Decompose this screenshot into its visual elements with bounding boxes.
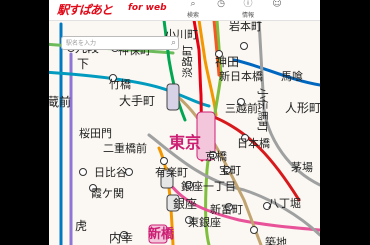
station-label-yurakucho[interactable]: 有楽町 — [155, 165, 188, 179]
info-nav-label: 情報 — [241, 12, 254, 19]
station-label-kodenmacho[interactable]: 小伝馬町 — [256, 88, 269, 132]
station-label-kudan-sub: 下 — [77, 57, 89, 71]
station-label-kayabacho[interactable]: 茅場 — [291, 161, 313, 174]
station-label-takebashi[interactable]: 竹橋 — [109, 77, 131, 91]
station-label-toranomon[interactable]: 虎 — [75, 219, 87, 233]
clock-icon: ◷ — [217, 0, 225, 9]
station-label-nijubashimae[interactable]: 二重橋前 — [103, 141, 147, 155]
station-label-hibiya[interactable]: 日比谷 — [94, 166, 127, 179]
station-label-bakuro[interactable]: 馬喰 — [281, 69, 303, 83]
app-logo-sub: for web — [128, 3, 167, 13]
station-label-kanda[interactable]: 神田 — [215, 55, 239, 69]
app-header: 駅すぱあと for web ⌕ 検索 ◷ ⓘ 情報 ☺ — [49, 0, 320, 21]
station-label-ginza[interactable]: 銀座 — [173, 196, 197, 211]
search-nav-label: 検索 — [186, 12, 199, 19]
history-nav-button[interactable]: ◷ — [209, 0, 233, 10]
station-label-sakuradamon[interactable]: 桜田門 — [79, 126, 112, 140]
search-nav-button[interactable]: ⌕ 検索 — [181, 0, 205, 19]
station-label-takaracho[interactable]: 宝町 — [219, 163, 241, 177]
station-label-kasumigaseki[interactable]: 霞ケ関 — [91, 187, 124, 200]
otemachi-platform[interactable] — [166, 83, 180, 111]
station-label-awajicho[interactable]: 淡路町 — [181, 45, 194, 78]
station-search-input[interactable] — [64, 37, 168, 49]
account-nav-button[interactable]: ☺ — [265, 0, 289, 10]
app-window: 駅すぱあと for web ⌕ 検索 ◷ ⓘ 情報 ☺ 下 神保町 小川町 岩本… — [49, 0, 320, 245]
station-label-ningyocho[interactable]: 人形町 — [285, 101, 320, 115]
station-label-uchisaiwaicho[interactable]: 内幸 — [109, 231, 133, 245]
station-label-ginza-itchome[interactable]: 銀座一丁目 — [181, 179, 236, 193]
station-label-kuramae[interactable]: 蔵前 — [49, 94, 71, 109]
sakuradamon-marker[interactable] — [79, 168, 87, 176]
station-label-shin-nihombashi[interactable]: 新日本橋 — [219, 69, 263, 83]
station-label-kyobashi[interactable]: 京橋 — [205, 149, 227, 163]
user-icon: ☺ — [272, 0, 282, 9]
iwamotocho-marker[interactable] — [240, 42, 248, 50]
station-label-mitsukoshimae[interactable]: 三越前 — [225, 101, 258, 115]
station-label-tsukiji[interactable]: 築地 — [265, 235, 287, 245]
station-label-iwamotocho[interactable]: 岩本町 — [229, 20, 262, 33]
station-label-shintomicho[interactable]: 新富町 — [210, 202, 243, 216]
tsukiji-marker[interactable] — [250, 226, 258, 234]
station-label-otemachi[interactable]: 大手町 — [119, 94, 155, 108]
route-map[interactable]: 九段 下 神保町 小川町 岩本町 淡路町 神田 新日本橋 馬喰 蔵前 竹橋 大手… — [49, 20, 320, 245]
station-label-hatchobori[interactable]: 八丁堀 — [268, 197, 301, 210]
info-icon: ⓘ — [243, 0, 253, 9]
station-label-nihombashi[interactable]: 日本橋 — [237, 136, 270, 150]
info-nav-button[interactable]: ⓘ 情報 — [236, 0, 260, 19]
search-icon: ⌕ — [190, 0, 196, 9]
station-label-shimbashi[interactable]: 新橋 — [148, 226, 175, 242]
station-label-tokyo[interactable]: 東京 — [169, 133, 201, 152]
station-search-box[interactable]: ⌕ — [61, 36, 179, 50]
search-icon[interactable]: ⌕ — [171, 37, 176, 49]
app-logo[interactable]: 駅すぱあと — [57, 1, 113, 18]
station-label-higashi-ginza[interactable]: 東銀座 — [188, 215, 221, 229]
nijubashimae-marker[interactable] — [160, 157, 168, 165]
